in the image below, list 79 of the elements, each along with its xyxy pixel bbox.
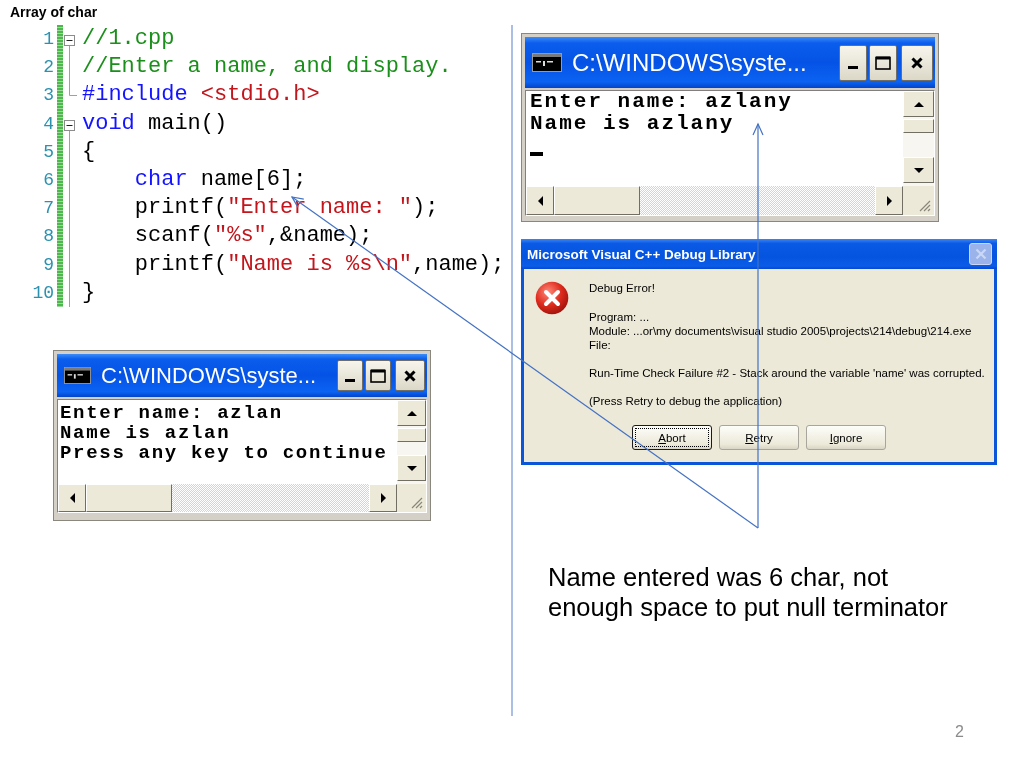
scrollbar-thumb[interactable] (554, 186, 640, 215)
window-title: C:\WINDOWS\syste... (572, 48, 808, 77)
line-number: 2 (43, 56, 54, 80)
scrollbar-thumb[interactable] (397, 428, 426, 442)
slide-title: Array of char (10, 4, 98, 20)
code-line: { (82, 137, 97, 166)
detail-line: Module: ...or\my documents\visual studio 2005\projects\214\debug\214.exe (589, 324, 973, 338)
console-line: Enter name: azlany (530, 91, 794, 113)
detail-line: File: (589, 338, 612, 352)
dialog-button[interactable]: Retry (719, 425, 799, 450)
console-line: Name is azlany (530, 113, 736, 135)
window-title: C:\WINDOWS\syste... (101, 362, 318, 389)
code-line: #include <stdio.h> (82, 81, 321, 110)
collapse-icon[interactable] (64, 119, 75, 131)
line-number: 9 (43, 253, 54, 277)
scroll-left-button[interactable] (58, 484, 86, 512)
code-line: char name[6]; (133, 165, 308, 194)
error-message: Run-Time Check Failure #2 - Stack around the variable 'name' was corrupted. (589, 366, 985, 380)
close-icon (911, 56, 923, 69)
dialog-button[interactable]: Abort (632, 425, 712, 450)
line-number: 6 (43, 168, 54, 192)
right-triangle-icon (380, 493, 386, 503)
dialog-title: Microsoft Visual C++ Debug Library (527, 246, 757, 262)
console-line: Press any key to continue (60, 443, 389, 463)
console-line: Enter name: azlan (60, 403, 284, 423)
collapse-icon[interactable] (64, 35, 75, 46)
close-icon (974, 248, 987, 260)
down-triangle-icon (406, 465, 417, 471)
down-triangle-icon (913, 167, 924, 173)
line-number: 1 (43, 28, 54, 51)
scrollbar-thumb[interactable] (903, 119, 934, 133)
scroll-right-button[interactable] (875, 186, 903, 215)
console-icon (64, 367, 91, 384)
scroll-down-button[interactable] (397, 455, 426, 481)
up-triangle-icon (406, 410, 417, 416)
maximize-button[interactable] (869, 44, 897, 81)
scroll-up-button[interactable] (903, 91, 934, 117)
up-triangle-icon (913, 101, 924, 107)
close-button[interactable] (395, 360, 425, 391)
line-number: 7 (43, 197, 54, 221)
scroll-left-button[interactable] (526, 186, 554, 215)
scroll-down-button[interactable] (903, 157, 934, 183)
console-line: Name is azlan (60, 423, 232, 443)
maximize-button[interactable] (365, 360, 391, 391)
error-heading: Debug Error! (589, 281, 656, 295)
minimize-icon (345, 379, 355, 382)
page-number: 2 (955, 723, 964, 741)
code-line: } (82, 278, 97, 307)
right-triangle-icon (886, 195, 892, 206)
minimize-icon (848, 66, 858, 69)
maximize-icon (370, 368, 386, 383)
scroll-up-button[interactable] (397, 400, 426, 426)
detail-line: Program: ... (589, 310, 651, 324)
line-number: 4 (43, 112, 54, 136)
scroll-right-button[interactable] (369, 484, 397, 512)
minimize-button[interactable] (337, 360, 363, 391)
resize-grip-icon[interactable] (411, 497, 423, 509)
code-line: //1.cpp (82, 25, 176, 53)
error-icon (535, 281, 569, 315)
maximize-icon (875, 55, 891, 70)
code-line: void main() (82, 109, 229, 138)
line-number: 3 (43, 84, 54, 108)
resize-grip-icon[interactable] (919, 200, 931, 212)
scrollbar-thumb[interactable] (86, 484, 172, 512)
line-number: 8 (43, 225, 54, 249)
hint-text: (Press Retry to debug the application) (589, 394, 784, 408)
fold-end-icon (69, 81, 77, 97)
callout-text: Name entered was 6 char, not enough space to put null terminator (548, 562, 949, 622)
close-button[interactable] (901, 44, 933, 81)
console-icon (532, 53, 562, 72)
left-triangle-icon (69, 493, 75, 503)
line-number: 5 (43, 140, 54, 164)
close-icon (404, 369, 416, 382)
code-line: //Enter a name, and display. (82, 53, 453, 82)
code-line: printf("Enter name: "); (133, 194, 440, 223)
dialog-button[interactable]: Ignore (806, 425, 886, 450)
left-triangle-icon (537, 195, 543, 206)
minimize-button[interactable] (839, 44, 867, 81)
line-number: 10 (32, 281, 54, 305)
